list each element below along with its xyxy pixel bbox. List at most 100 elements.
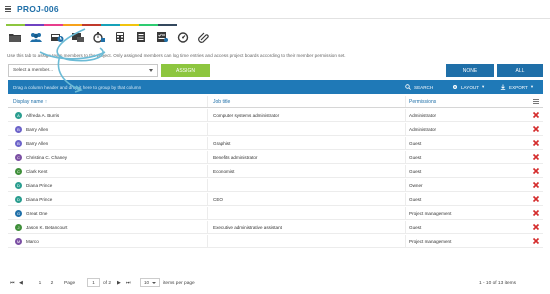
- none-button[interactable]: NONE: [446, 64, 494, 77]
- delete-icon[interactable]: [532, 125, 540, 133]
- document-icon[interactable]: [132, 29, 150, 45]
- layout-button[interactable]: LAYOUT ▾: [452, 80, 484, 94]
- avatar: B: [15, 140, 22, 147]
- member-name: Clark Kent: [26, 169, 48, 174]
- member-name: Barry Allen: [26, 127, 49, 132]
- member-permission[interactable]: Guest: [409, 155, 421, 160]
- gear-icon: [453, 85, 457, 89]
- avatar: D: [15, 196, 22, 203]
- member-permission[interactable]: Administrator: [409, 127, 436, 132]
- members-icon[interactable]: [27, 29, 45, 45]
- table-row[interactable]: B Barry Allen Graphist Guest: [8, 137, 543, 150]
- member-name: Christina C. Chaney: [26, 155, 68, 160]
- last-page-icon[interactable]: ⏭: [126, 279, 130, 287]
- checklist-icon[interactable]: [153, 29, 171, 45]
- table-row[interactable]: G Great One Project management: [8, 207, 543, 220]
- avatar: D: [15, 182, 22, 189]
- table-row[interactable]: C Clark Kent Economist Guest: [8, 165, 543, 178]
- avatar: C: [15, 154, 22, 161]
- timesheet-icon[interactable]: [48, 29, 66, 45]
- next-page-icon[interactable]: ▶: [117, 279, 121, 287]
- member-permission[interactable]: Project management: [409, 211, 451, 216]
- title-bar: PROJ-006: [0, 0, 550, 19]
- avatar: B: [15, 126, 22, 133]
- member-permission[interactable]: Owner: [409, 183, 423, 188]
- delete-icon[interactable]: [532, 223, 540, 231]
- gauge-icon[interactable]: [174, 29, 192, 45]
- color-strip-segment: [25, 24, 44, 26]
- color-strip-segment: [6, 24, 25, 26]
- delete-icon[interactable]: [532, 181, 540, 189]
- member-job-title: Economist: [213, 169, 235, 174]
- color-strip-segment: [82, 24, 101, 26]
- member-select-placeholder: Select a member...: [13, 68, 53, 73]
- stopwatch-icon[interactable]: [90, 29, 108, 45]
- prev-page-icon[interactable]: ◀: [19, 279, 23, 287]
- avatar: A: [15, 112, 22, 119]
- table-row[interactable]: A Alfreda A. Burris Computer systems admin…: [8, 109, 543, 122]
- first-page-icon[interactable]: ⏮: [10, 279, 14, 287]
- column-menu-icon[interactable]: [533, 99, 539, 104]
- avatar: G: [15, 210, 22, 217]
- color-strip-segment: [101, 24, 120, 26]
- member-permission[interactable]: Guest: [409, 141, 421, 146]
- member-job-title: Graphist: [213, 141, 231, 146]
- grid-header: Display name ↑ Job title Permissions: [8, 96, 543, 108]
- delete-icon[interactable]: [532, 195, 540, 203]
- assign-button[interactable]: ASSIGN: [161, 64, 210, 77]
- col-header-job-title[interactable]: Job title: [213, 99, 230, 105]
- hamburger-menu-icon[interactable]: [5, 6, 11, 12]
- member-name: Marco: [26, 239, 39, 244]
- table-row[interactable]: D Diana Prince Owner: [8, 179, 543, 192]
- page-number-input[interactable]: 1: [87, 278, 100, 287]
- table-row[interactable]: J Jason K. Betancourt Executive administra…: [8, 221, 543, 234]
- member-permission[interactable]: Administrator: [409, 113, 436, 118]
- project-toolbar: [6, 29, 213, 47]
- col-header-display-name[interactable]: Display name ↑: [13, 99, 47, 105]
- board-icon[interactable]: [69, 29, 87, 45]
- page-1-link[interactable]: 1: [36, 279, 44, 287]
- col-header-permissions[interactable]: Permissions: [409, 99, 436, 105]
- page-size-select[interactable]: 10: [140, 278, 160, 287]
- delete-icon[interactable]: [532, 139, 540, 147]
- page-of-label: of 2: [103, 280, 112, 286]
- export-caret-icon: ▾: [530, 84, 534, 89]
- table-row[interactable]: M Marco Project management: [8, 235, 543, 248]
- group-drop-area[interactable]: Drag a column header and drop it here to…: [8, 80, 543, 94]
- color-strip-segment: [63, 24, 82, 26]
- table-row[interactable]: B Barry Allen Administrator: [8, 123, 543, 136]
- delete-icon[interactable]: [532, 167, 540, 175]
- search-label: SEARCH: [414, 84, 434, 90]
- avatar: M: [15, 238, 22, 245]
- member-name: Alfreda A. Burris: [26, 113, 60, 118]
- calculator-icon[interactable]: [111, 29, 129, 45]
- delete-icon[interactable]: [532, 153, 540, 161]
- page-label: Page: [64, 280, 76, 286]
- member-permission[interactable]: Guest: [409, 225, 421, 230]
- member-name: Barry Allen: [26, 141, 49, 146]
- member-permission[interactable]: Guest: [409, 169, 421, 174]
- pager-summary: 1 - 10 of 13 items: [479, 280, 517, 286]
- delete-icon[interactable]: [532, 111, 540, 119]
- page-2-link[interactable]: 2: [48, 279, 56, 287]
- delete-icon[interactable]: [532, 237, 540, 245]
- attachment-icon[interactable]: [195, 29, 213, 45]
- chevron-down-icon: [149, 69, 153, 72]
- color-strip-segment: [158, 24, 177, 26]
- folder-icon[interactable]: [6, 29, 24, 45]
- table-row[interactable]: D Diana Prince CEO Guest: [8, 193, 543, 206]
- avatar: J: [15, 224, 22, 231]
- download-icon: [500, 84, 506, 90]
- member-job-title: Computer systems administrator: [213, 113, 280, 118]
- all-button[interactable]: ALL: [497, 64, 543, 77]
- chevron-down-icon: [152, 282, 156, 284]
- member-permission[interactable]: Project management: [409, 239, 451, 244]
- export-button[interactable]: EXPORT ▾: [500, 80, 533, 94]
- member-select[interactable]: Select a member...: [8, 64, 158, 77]
- color-strip-segment: [44, 24, 63, 26]
- delete-icon[interactable]: [532, 209, 540, 217]
- search-button[interactable]: SEARCH: [405, 80, 433, 94]
- member-permission[interactable]: Guest: [409, 197, 421, 202]
- table-row[interactable]: C Christina C. Chaney Benefits administrat…: [8, 151, 543, 164]
- app-root: PROJ-006 Use this tab to assign team mem…: [0, 0, 550, 294]
